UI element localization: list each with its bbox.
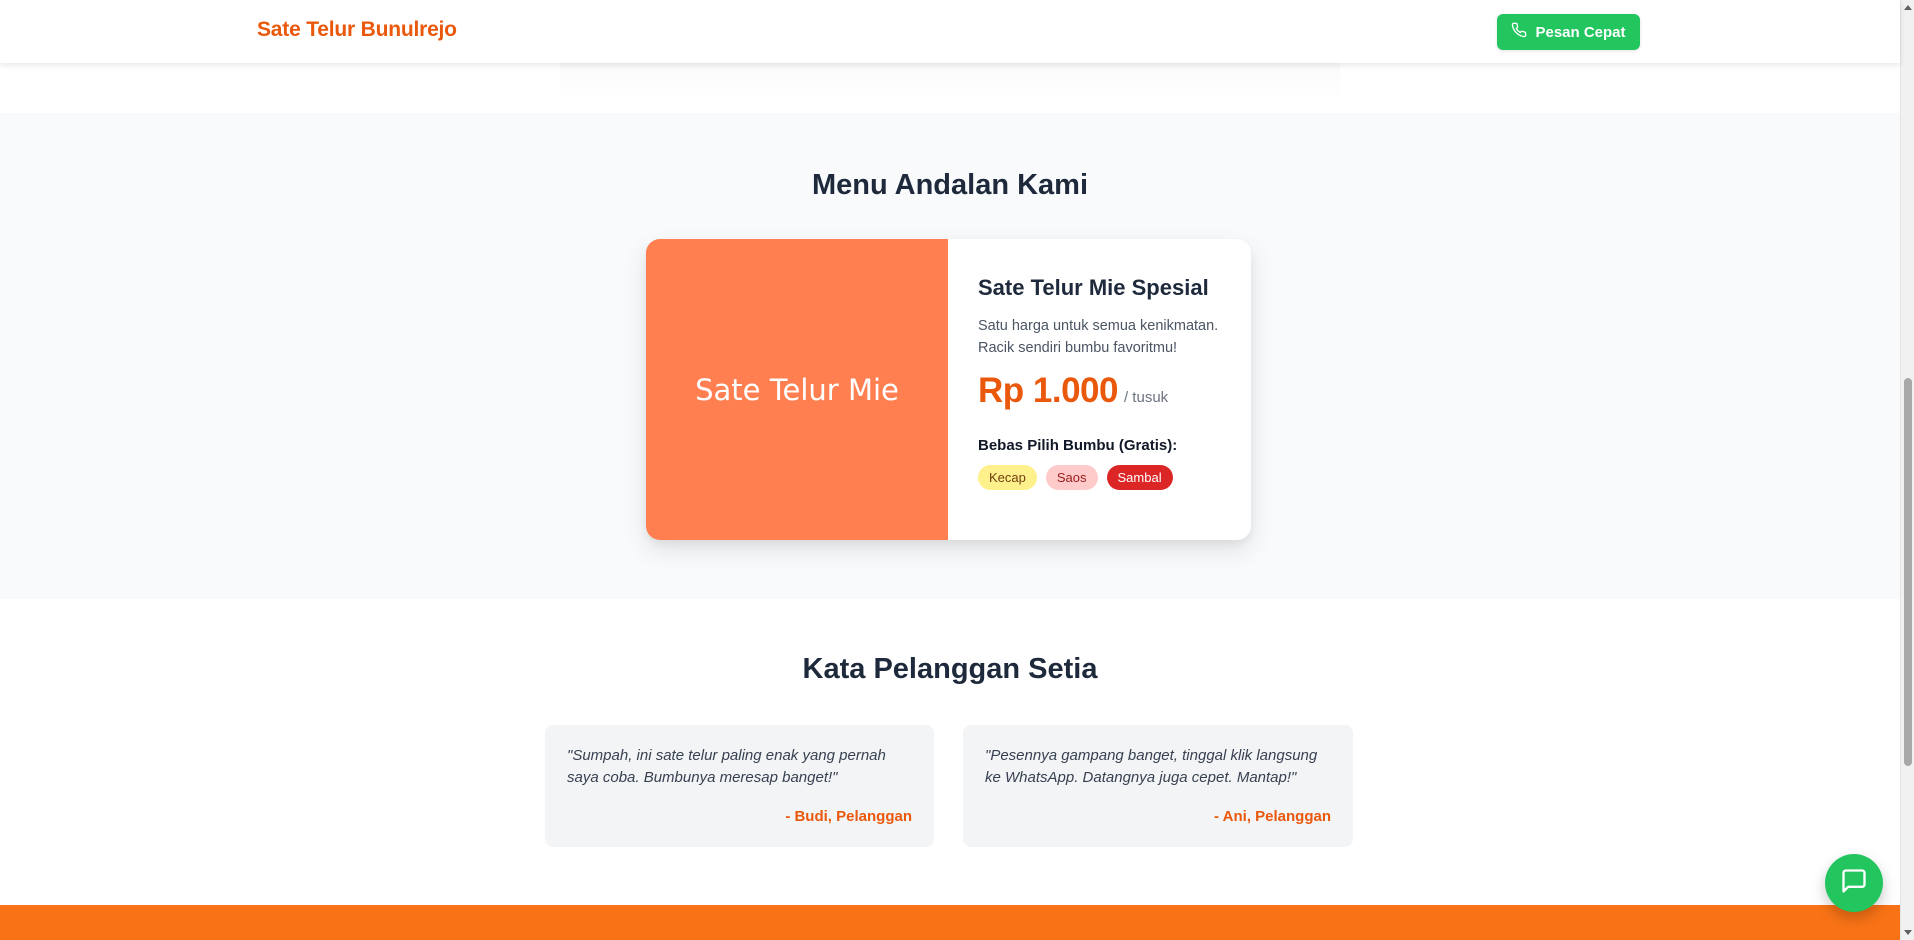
page: Sate Telur Bunulrejo Pesan Cepat Menu An… (0, 0, 1914, 940)
brand-logo[interactable]: Sate Telur Bunulrejo (257, 18, 457, 42)
price-unit: / tusuk (1123, 389, 1169, 406)
menu-item-price: Rp 1.000 (978, 371, 1118, 410)
testimonial-author: - Ani, Pelanggan (1214, 808, 1331, 825)
quick-order-button[interactable]: Pesan Cepat (1497, 14, 1640, 50)
price-row: Rp 1.000 / tusuk (978, 371, 1223, 411)
hero-card-shadow (560, 63, 1340, 103)
page-scrollbar[interactable] (1900, 0, 1914, 940)
sauce-chip-sambal[interactable]: Sambal (1106, 465, 1173, 490)
testimonial-author: - Budi, Pelanggan (785, 808, 912, 825)
navbar: Sate Telur Bunulrejo Pesan Cepat (0, 0, 1900, 63)
quick-order-label: Pesan Cepat (1535, 23, 1626, 41)
menu-image-placeholder: Sate Telur Mie (646, 239, 948, 540)
scroll-down-arrow-icon[interactable] (1904, 930, 1912, 935)
testimonials-section: Kata Pelanggan Setia "Sumpah, ini sate t… (0, 599, 1900, 905)
testimonial-card: "Pesennya gampang banget, tinggal klik l… (963, 725, 1353, 847)
testimonial-quote: "Sumpah, ini sate telur paling enak yang… (567, 747, 886, 786)
menu-info: Sate Telur Mie Spesial Satu harga untuk … (948, 239, 1251, 540)
sauce-title: Bebas Pilih Bumbu (Gratis): (978, 437, 1178, 454)
phone-icon (1511, 22, 1527, 42)
hero-section-edge (0, 63, 1900, 113)
footer (0, 905, 1900, 940)
sauce-chip-saos[interactable]: Saos (1045, 465, 1098, 490)
menu-card: Sate Telur Mie Sate Telur Mie Spesial Sa… (646, 239, 1251, 540)
sauce-chip-kecap[interactable]: Kecap (978, 465, 1037, 490)
menu-section-title: Menu Andalan Kami (811, 169, 1089, 201)
chat-icon (1840, 867, 1868, 900)
menu-section: Menu Andalan Kami Sate Telur Mie Sate Te… (0, 113, 1900, 599)
menu-item-description: Satu harga untuk semua kenikmatan. Racik… (978, 318, 1219, 356)
testimonials-title: Kata Pelanggan Setia (802, 653, 1098, 685)
scroll-up-arrow-icon[interactable] (1904, 5, 1912, 10)
testimonial-quote: "Pesennya gampang banget, tinggal klik l… (985, 747, 1318, 786)
whatsapp-chat-button[interactable] (1825, 854, 1883, 912)
sauce-list: Kecap Saos Sambal (978, 465, 1223, 490)
menu-item-name: Sate Telur Mie Spesial (978, 275, 1209, 300)
scrollbar-thumb[interactable] (1904, 378, 1912, 766)
testimonial-card: "Sumpah, ini sate telur paling enak yang… (545, 725, 934, 847)
